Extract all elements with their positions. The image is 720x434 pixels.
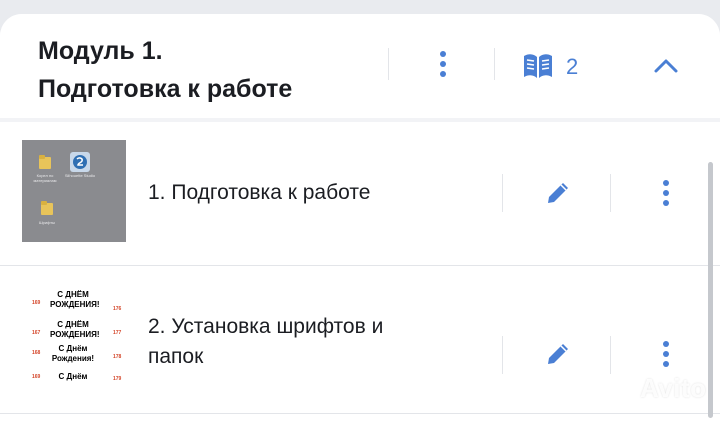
lesson-menu-button[interactable] [652, 173, 680, 213]
lesson-title[interactable]: 2. Установка шрифтов и папок [148, 312, 383, 372]
lesson-separator [610, 174, 611, 212]
more-vertical-icon [663, 180, 669, 186]
lesson-title[interactable]: 1. Подготовка к работе [148, 178, 370, 208]
lesson-separator [502, 336, 503, 374]
header-separator [494, 48, 495, 80]
folder-icon [41, 201, 53, 215]
desktop-label: Silhouette Studio [64, 173, 96, 178]
lessons-count: 2 [566, 54, 579, 79]
lesson-item[interactable]: Корел по материалам Silhouette Studio Шр… [0, 122, 720, 265]
module-title-line1: Модуль 1. [38, 37, 163, 65]
desktop-label: Корел по материалам [33, 173, 57, 183]
lesson-separator [502, 174, 503, 212]
pencil-icon[interactable] [544, 179, 572, 207]
module-card: Модуль 1. Подготовка к работе 2 Корел по… [0, 14, 720, 434]
more-vertical-icon [663, 341, 669, 347]
module-title-line2: Подготовка к работе [38, 75, 293, 103]
watermark: Avito [610, 373, 707, 404]
desktop-label: Шрифты [38, 220, 56, 225]
scrollbar[interactable] [708, 162, 713, 418]
lesson-thumbnail[interactable]: 169 176 167 177 168 178 169 179 С ДНЁМ Р… [22, 288, 126, 390]
list-divider [0, 413, 720, 414]
module-title: Модуль 1. Подготовка к работе [38, 32, 378, 108]
header-separator [388, 48, 389, 80]
lesson-menu-button[interactable] [652, 334, 680, 374]
more-vertical-icon [440, 51, 446, 57]
pencil-icon[interactable] [544, 340, 572, 368]
lesson-title-line2: папок [148, 345, 204, 368]
chevron-up-icon[interactable] [652, 56, 680, 76]
module-menu-button[interactable] [429, 44, 457, 84]
silhouette-studio-icon [70, 152, 90, 172]
lesson-thumbnail[interactable]: Корел по материалам Silhouette Studio Шр… [22, 140, 126, 242]
lesson-title-line1: 2. Установка шрифтов и [148, 315, 384, 338]
book-icon[interactable] [522, 52, 554, 80]
lesson-separator [610, 336, 611, 374]
folder-icon [39, 155, 51, 169]
avito-logo-icon [611, 376, 636, 399]
module-header: Модуль 1. Подготовка к работе 2 [0, 14, 720, 117]
